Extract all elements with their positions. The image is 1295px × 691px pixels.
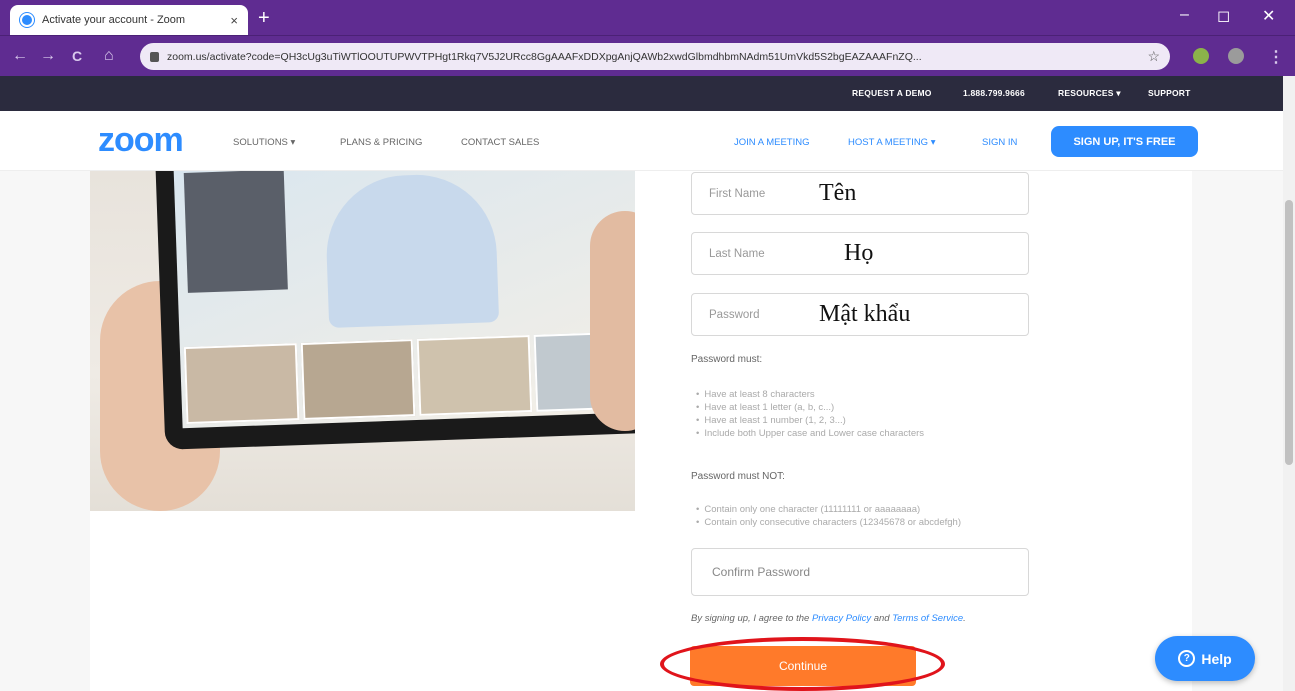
first-name-annotation: Tên: [819, 180, 857, 206]
support-link[interactable]: SUPPORT: [1148, 88, 1191, 98]
host-meeting-menu[interactable]: HOST A MEETING ▾: [848, 137, 935, 148]
participant-thumb: [183, 343, 299, 425]
forward-button[interactable]: →: [40, 47, 56, 65]
profile-avatar-icon[interactable]: [1228, 48, 1244, 64]
url-text[interactable]: zoom.us/activate?code=QH3cUg3uTiWTlOOUTU…: [167, 51, 1139, 63]
help-button[interactable]: ? Help: [1155, 636, 1255, 681]
list-item: Contain only one character (11111111 or …: [696, 503, 961, 516]
extension-icon[interactable]: [1193, 48, 1209, 64]
video-call-speaker: [324, 172, 500, 329]
participant-thumb: [300, 339, 416, 420]
tab-title: Activate your account - Zoom: [42, 14, 186, 26]
participant-thumb: [416, 335, 532, 416]
help-question-icon: ?: [1178, 650, 1196, 667]
password-placeholder: Password: [709, 308, 760, 321]
password-must-not-list: Contain only one character (11111111 or …: [696, 503, 961, 529]
list-item: Include both Upper case and Lower case c…: [696, 427, 924, 440]
tab-close-icon[interactable]: ×: [230, 13, 238, 28]
terms-and: and: [871, 613, 893, 624]
shelf-binders: [183, 171, 288, 293]
first-name-placeholder: First Name: [709, 187, 766, 200]
zoom-top-strip: REQUEST A DEMO 1.888.799.9666 RESOURCES …: [0, 76, 1283, 111]
contact-sales-link[interactable]: CONTACT SALES: [461, 137, 539, 148]
confirm-password-field[interactable]: Confirm Password: [691, 548, 1029, 596]
terms-suffix: .: [963, 613, 966, 624]
page-margin-right: [1192, 171, 1283, 691]
back-button[interactable]: ←: [12, 47, 28, 65]
browser-tab-bar: Activate your account - Zoom × + ‒ ◻ ✕: [0, 0, 1295, 35]
right-hand: [590, 211, 635, 431]
request-demo-link[interactable]: REQUEST A DEMO: [852, 88, 932, 98]
last-name-placeholder: Last Name: [709, 247, 765, 260]
address-bar[interactable]: zoom.us/activate?code=QH3cUg3uTiWTlOOUTU…: [140, 43, 1170, 70]
reload-button[interactable]: C: [72, 48, 82, 64]
participant-thumbnails: [180, 327, 635, 428]
list-item: Have at least 8 characters: [696, 388, 924, 401]
resources-menu[interactable]: RESOURCES ▾: [1058, 88, 1121, 99]
password-must-list: Have at least 8 characters Have at least…: [696, 388, 924, 440]
password-field[interactable]: Password Mật khẩu: [691, 293, 1029, 336]
privacy-policy-link[interactable]: Privacy Policy: [812, 613, 871, 624]
home-button[interactable]: ⌂: [104, 47, 114, 65]
help-label: Help: [1201, 650, 1232, 667]
zoom-favicon-icon: [20, 13, 34, 27]
tablet-device: [154, 171, 635, 450]
zoom-main-nav: zoom SOLUTIONS ▾ PLANS & PRICING CONTACT…: [0, 111, 1283, 171]
password-annotation: Mật khẩu: [819, 301, 911, 327]
sign-in-link[interactable]: SIGN IN: [982, 137, 1017, 148]
zoom-logo[interactable]: zoom: [98, 121, 184, 160]
last-name-field[interactable]: Last Name Họ: [691, 232, 1029, 275]
bookmark-star-icon[interactable]: ☆: [1147, 48, 1160, 65]
annotation-oval: [660, 637, 945, 691]
password-must-not-title: Password must NOT:: [691, 471, 785, 482]
hero-tablet-photo: [90, 171, 635, 511]
browser-tab[interactable]: Activate your account - Zoom ×: [10, 5, 248, 35]
minimize-button[interactable]: ‒: [1180, 6, 1189, 24]
plans-pricing-link[interactable]: PLANS & PRICING: [340, 137, 422, 148]
page-margin-left: [0, 171, 90, 691]
scrollbar-thumb[interactable]: [1285, 200, 1293, 465]
join-meeting-link[interactable]: JOIN A MEETING: [734, 137, 810, 148]
maximize-button[interactable]: ◻: [1217, 6, 1230, 26]
terms-prefix: By signing up, I agree to the: [691, 613, 812, 624]
terms-of-service-link[interactable]: Terms of Service: [892, 613, 963, 624]
solutions-menu[interactable]: SOLUTIONS ▾: [233, 137, 295, 148]
terms-text: By signing up, I agree to the Privacy Po…: [691, 613, 966, 624]
close-window-button[interactable]: ✕: [1262, 6, 1275, 26]
list-item: Have at least 1 letter (a, b, c...): [696, 401, 924, 414]
first-name-field[interactable]: First Name Tên: [691, 172, 1029, 215]
list-item: Contain only consecutive characters (123…: [696, 516, 961, 529]
list-item: Have at least 1 number (1, 2, 3...): [696, 414, 924, 427]
browser-toolbar: ← → C ⌂ zoom.us/activate?code=QH3cUg3uTi…: [0, 35, 1295, 76]
lock-icon: [150, 51, 159, 62]
browser-menu-icon[interactable]: ⋮: [1268, 47, 1284, 67]
last-name-annotation: Họ: [844, 240, 874, 266]
phone-number[interactable]: 1.888.799.9666: [963, 88, 1025, 98]
new-tab-button[interactable]: +: [258, 7, 270, 30]
password-must-title: Password must:: [691, 354, 763, 365]
tablet-screen: [173, 171, 635, 429]
sign-up-button[interactable]: SIGN UP, IT'S FREE: [1051, 126, 1198, 157]
